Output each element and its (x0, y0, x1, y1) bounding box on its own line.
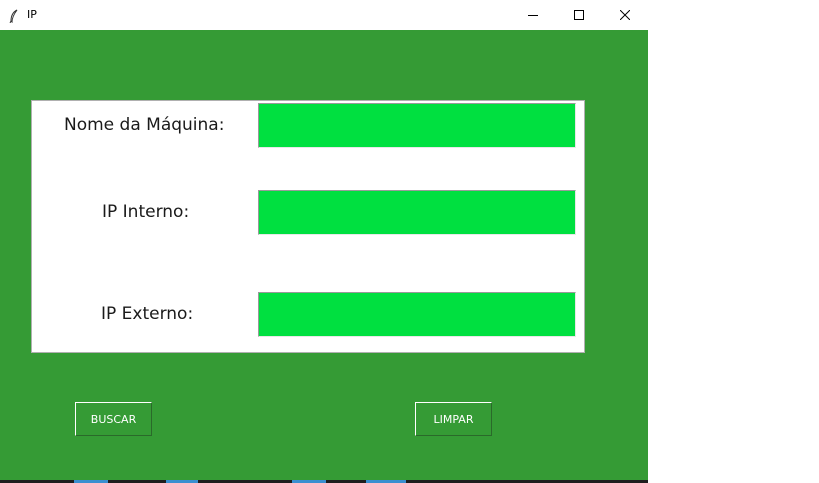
feather-icon (9, 8, 19, 24)
machine-name-input[interactable] (258, 103, 576, 148)
machine-name-label: Nome da Máquina: (64, 115, 225, 135)
title-bar: IP (0, 0, 648, 30)
internal-ip-input[interactable] (258, 190, 576, 235)
maximize-button[interactable] (556, 0, 602, 30)
window-title: IP (27, 8, 37, 21)
external-ip-label: IP Externo: (101, 304, 194, 324)
app-window: IP Nome da Máquina: IP Interno: IP Exter… (0, 0, 648, 483)
minimize-button[interactable] (510, 0, 556, 30)
maximize-icon (574, 10, 584, 20)
close-button[interactable] (602, 0, 648, 30)
clear-button[interactable]: LIMPAR (415, 402, 492, 436)
minimize-icon (528, 15, 538, 16)
close-icon (620, 10, 630, 20)
internal-ip-label: IP Interno: (102, 202, 190, 222)
external-ip-input[interactable] (258, 292, 576, 337)
search-button[interactable]: BUSCAR (75, 402, 152, 436)
